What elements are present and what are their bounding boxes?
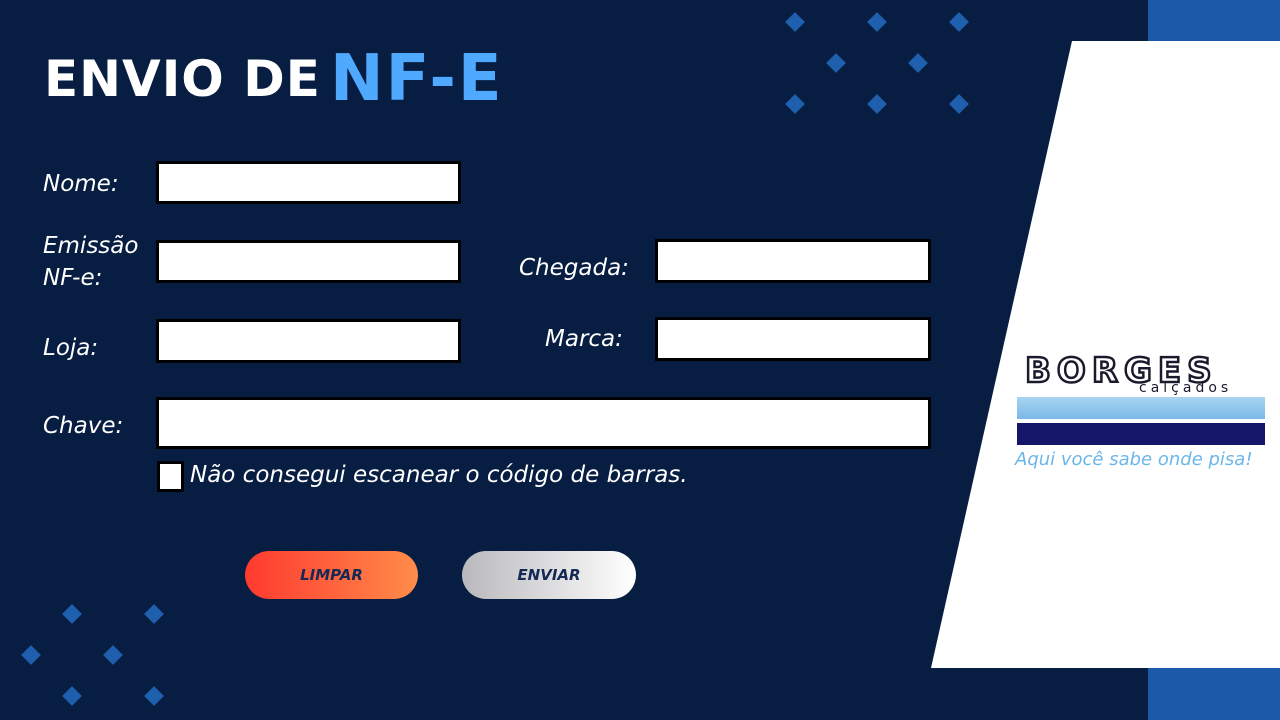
loja-label: Loja:: [43, 335, 99, 361]
decor-diamond: [785, 94, 805, 114]
decor-diamond: [785, 12, 805, 32]
brand-sub: calçados: [1139, 380, 1233, 396]
decor-diamond: [826, 53, 846, 73]
marca-label: Marca:: [545, 326, 623, 352]
clear-button[interactable]: LIMPAR: [245, 551, 418, 599]
brand-slogan: Aqui você sabe onde pisa!: [1015, 449, 1253, 470]
nome-label: Nome:: [43, 171, 119, 197]
page-title-prefix: ENVIO DE: [44, 50, 321, 108]
chegada-label: Chegada:: [519, 255, 629, 281]
decor-diamond: [21, 645, 41, 665]
page-title-highlight: NF-E: [330, 42, 504, 116]
chave-input[interactable]: [156, 397, 931, 449]
decor-diamond: [144, 686, 164, 706]
decor-diamond: [62, 604, 82, 624]
emissao-label-line1: Emissão: [43, 233, 139, 259]
marca-input[interactable]: [655, 317, 931, 361]
logo-dark-stripe: [1017, 423, 1265, 445]
emissao-label-line2: NF-e:: [43, 265, 103, 291]
decor-diamond: [867, 94, 887, 114]
decor-diamond: [908, 53, 928, 73]
logo-light-stripe: [1017, 397, 1265, 419]
decor-diamond: [949, 94, 969, 114]
nome-input[interactable]: [156, 161, 461, 204]
decor-diamond: [144, 604, 164, 624]
chegada-input[interactable]: [655, 239, 931, 283]
decor-diamond: [62, 686, 82, 706]
no-barcode-checkbox[interactable]: [157, 461, 184, 492]
loja-input[interactable]: [156, 319, 461, 363]
decor-diamond: [949, 12, 969, 32]
decor-diamond: [103, 645, 123, 665]
chave-label: Chave:: [43, 413, 124, 439]
emissao-input[interactable]: [156, 240, 461, 283]
send-button[interactable]: ENVIAR: [462, 551, 636, 599]
decor-diamond: [867, 12, 887, 32]
no-barcode-label: Não consegui escanear o código de barras…: [190, 462, 688, 488]
